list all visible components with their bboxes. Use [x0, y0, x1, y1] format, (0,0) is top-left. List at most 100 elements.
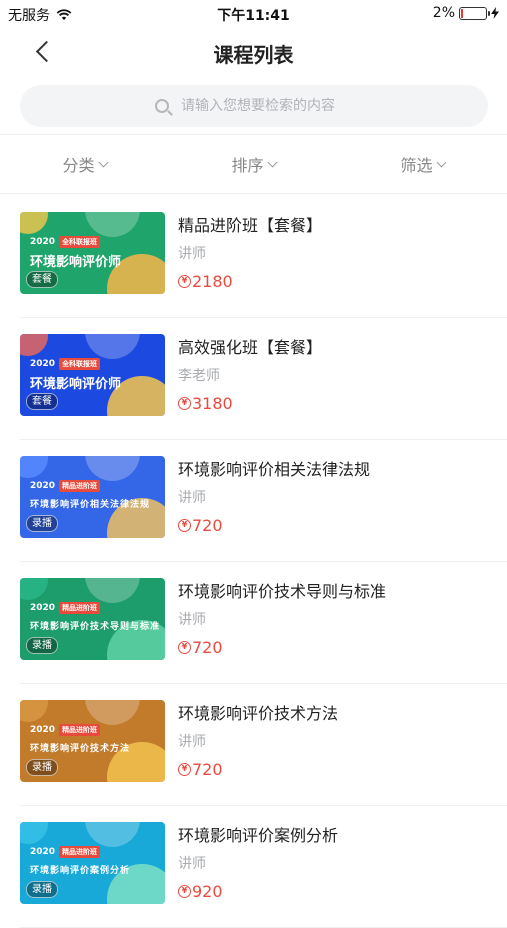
course-item[interactable]: 2020 全科联报班 环境影响评价师 套餐 精品进阶班【套餐】 讲师 ¥ 218…	[0, 196, 507, 318]
course-teacher: 讲师	[178, 856, 206, 872]
status-right: 2%	[433, 5, 499, 21]
thumbnail-decoration	[85, 578, 140, 603]
course-teacher: 讲师	[178, 612, 206, 628]
search-input[interactable]	[179, 97, 353, 115]
course-price: ¥ 720	[178, 516, 223, 535]
course-teacher: 讲师	[178, 246, 206, 262]
thumbnail-year-text: 2020	[30, 847, 56, 857]
thumbnail-badge: 精品进阶班	[59, 602, 101, 614]
search-icon	[155, 99, 169, 113]
thumbnail-decoration	[85, 334, 140, 359]
thumbnail-decoration	[85, 456, 140, 481]
coin-icon: ¥	[178, 763, 191, 776]
thumbnail-decoration	[20, 334, 48, 356]
filter-label: 筛选	[400, 156, 433, 175]
course-title[interactable]: 精品进阶班【套餐】	[178, 212, 322, 236]
course-item[interactable]: 2020 全科联报班 环境影响评价师 套餐 高效强化班【套餐】 李老师 ¥ 31…	[0, 318, 507, 440]
thumbnail-year-text: 2020	[30, 603, 56, 613]
thumbnail-badge: 精品进阶班	[59, 480, 101, 492]
thumbnail-title: 环境影响评价师	[30, 377, 122, 392]
course-item[interactable]: 2020 精品进阶班 环境影响评价技术方法 录播 环境影响评价技术方法 讲师 ¥…	[0, 684, 507, 806]
thumbnail-tag: 录播	[26, 637, 58, 654]
course-title[interactable]: 环境影响评价技术方法	[178, 700, 338, 724]
course-price: ¥ 720	[178, 638, 223, 657]
course-item[interactable]: 2020 精品进阶班 环境影响评价相关法律法规 录播 环境影响评价相关法律法规 …	[0, 440, 507, 562]
course-teacher: 讲师	[178, 734, 206, 750]
thumbnail-title: 环境影响评价技术方法	[30, 744, 131, 754]
filter-label: 分类	[62, 156, 95, 175]
coin-icon: ¥	[178, 275, 191, 288]
course-price: ¥ 920	[178, 882, 223, 901]
thumbnail-decoration	[20, 822, 48, 844]
clock: 下午11:41	[217, 8, 290, 24]
nav-bar: 课程列表	[0, 30, 507, 76]
course-item[interactable]: 2020 精品进阶班 环境影响评价技术导则与标准 录播 环境影响评价技术导则与标…	[0, 562, 507, 684]
course-price-value: 3180	[192, 394, 233, 413]
thumbnail-decoration	[20, 212, 48, 234]
course-price-value: 720	[192, 638, 223, 657]
course-price: ¥ 3180	[178, 394, 233, 413]
thumbnail-tag: 录播	[26, 881, 58, 898]
coin-icon: ¥	[178, 885, 191, 898]
thumbnail-year: 2020 精品进阶班	[30, 480, 101, 492]
filter-category[interactable]: 分类	[0, 136, 169, 192]
battery-icon	[459, 6, 490, 20]
course-thumbnail[interactable]: 2020 精品进阶班 环境影响评价相关法律法规 录播	[20, 456, 165, 538]
course-teacher: 李老师	[178, 368, 220, 384]
course-thumbnail[interactable]: 2020 全科联报班 环境影响评价师 套餐	[20, 212, 165, 294]
course-price-value: 720	[192, 516, 223, 535]
course-thumbnail[interactable]: 2020 精品进阶班 环境影响评价技术导则与标准 录播	[20, 578, 165, 660]
course-item[interactable]: 2020 精品进阶班 环境影响评价案例分析 录播 环境影响评价案例分析 讲师 ¥…	[0, 806, 507, 928]
course-teacher: 讲师	[178, 490, 206, 506]
course-title[interactable]: 环境影响评价相关法律法规	[178, 456, 370, 480]
filter-label: 排序	[231, 156, 264, 175]
page-title: 课程列表	[213, 43, 294, 67]
coin-icon: ¥	[178, 519, 191, 532]
thumbnail-badge: 全科联报班	[59, 358, 101, 370]
filter-screen[interactable]: 筛选	[338, 136, 507, 192]
thumbnail-title: 环境影响评价案例分析	[30, 866, 131, 876]
thumbnail-year: 2020 精品进阶班	[30, 724, 101, 736]
course-title[interactable]: 环境影响评价技术导则与标准	[178, 578, 386, 602]
thumbnail-year-text: 2020	[30, 725, 56, 735]
thumbnail-tag: 录播	[26, 759, 58, 776]
thumbnail-tag: 套餐	[26, 393, 58, 410]
thumbnail-year-text: 2020	[30, 359, 56, 369]
thumbnail-badge: 精品进阶班	[59, 724, 101, 736]
thumbnail-title: 环境影响评价相关法律法规	[30, 500, 151, 510]
course-price: ¥ 720	[178, 760, 223, 779]
course-price-value: 720	[192, 760, 223, 779]
thumbnail-decoration	[85, 700, 140, 725]
thumbnail-year-text: 2020	[30, 237, 56, 247]
course-list: 2020 全科联报班 环境影响评价师 套餐 精品进阶班【套餐】 讲师 ¥ 218…	[0, 196, 507, 928]
search-bar[interactable]	[20, 85, 488, 127]
course-price: ¥ 2180	[178, 272, 233, 291]
chevron-down-icon	[436, 157, 446, 167]
thumbnail-title: 环境影响评价师	[30, 255, 122, 270]
charging-icon	[491, 7, 499, 19]
filter-sort[interactable]: 排序	[169, 136, 338, 192]
course-thumbnail[interactable]: 2020 全科联报班 环境影响评价师 套餐	[20, 334, 165, 416]
thumbnail-year: 2020 全科联报班	[30, 358, 101, 370]
thumbnail-tag: 录播	[26, 515, 58, 532]
thumbnail-decoration	[85, 822, 140, 847]
thumbnail-decoration	[20, 578, 48, 600]
coin-icon: ¥	[178, 641, 191, 654]
thumbnail-badge: 全科联报班	[59, 236, 101, 248]
thumbnail-badge: 精品进阶班	[59, 846, 101, 858]
battery-percent: 2%	[432, 5, 455, 21]
course-thumbnail[interactable]: 2020 精品进阶班 环境影响评价技术方法 录播	[20, 700, 165, 782]
thumbnail-year: 2020 精品进阶班	[30, 602, 101, 614]
thumbnail-year: 2020 全科联报班	[30, 236, 101, 248]
status-bar: 无服务 下午11:41 2%	[0, 0, 507, 28]
course-price-value: 920	[192, 882, 223, 901]
course-title[interactable]: 高效强化班【套餐】	[178, 334, 322, 358]
thumbnail-year: 2020 精品进阶班	[30, 846, 101, 858]
thumbnail-tag: 套餐	[26, 271, 58, 288]
divider	[0, 193, 507, 194]
coin-icon: ¥	[178, 397, 191, 410]
course-title[interactable]: 环境影响评价案例分析	[178, 822, 338, 846]
chevron-down-icon	[98, 157, 108, 167]
course-thumbnail[interactable]: 2020 精品进阶班 环境影响评价案例分析 录播	[20, 822, 165, 904]
divider	[0, 134, 507, 135]
